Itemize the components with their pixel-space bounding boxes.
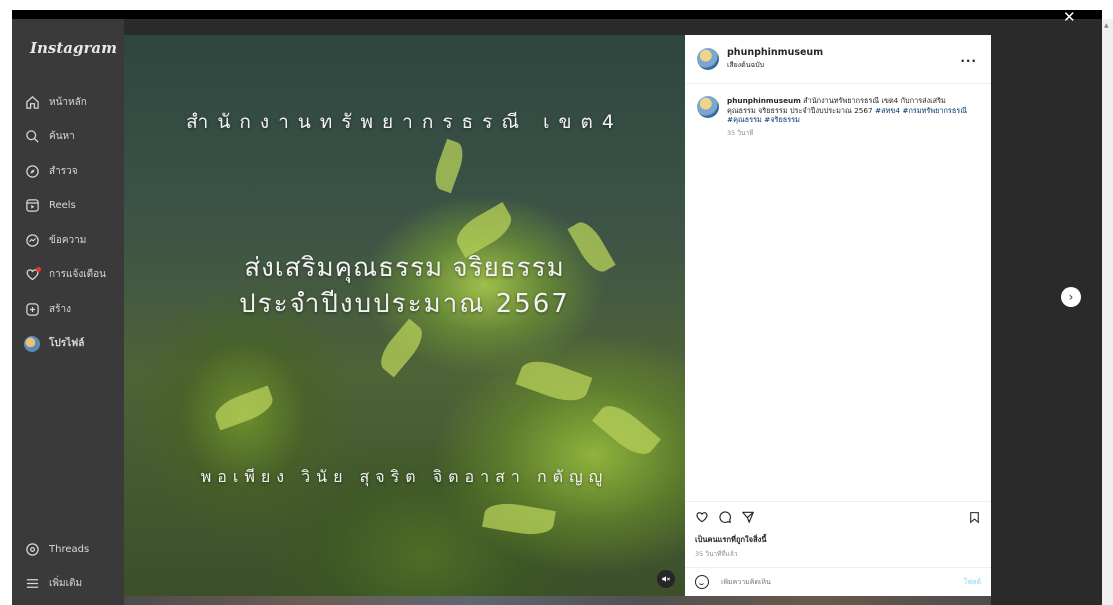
sidebar-item-reels[interactable]: Reels bbox=[24, 189, 106, 224]
image-title-office: สำนักงานทรัพยากรธรณี เขต4 bbox=[186, 111, 623, 133]
scrollbar[interactable] bbox=[1102, 19, 1113, 605]
emoji-icon[interactable] bbox=[695, 575, 709, 589]
likes-text: เป็นคนแรกที่ถูกใจสิ่งนี้ bbox=[695, 535, 767, 544]
audio-label[interactable]: เสียงต้นฉบับ bbox=[727, 60, 823, 71]
create-icon bbox=[24, 301, 40, 317]
browser-frame: Instagram หน้าหลัก ค้นหา สำรวจ Reels ข้อ… bbox=[0, 0, 1113, 605]
menu-icon bbox=[24, 576, 40, 592]
next-post-button[interactable]: › bbox=[1061, 287, 1081, 307]
post-image[interactable]: สำนักงานทรัพยากรธรณี เขต4 ส่งเสริมคุณธรร… bbox=[124, 35, 685, 596]
sidebar-item-explore[interactable]: สำรวจ bbox=[24, 154, 106, 189]
profile-avatar bbox=[24, 335, 40, 352]
sidebar-nav: หน้าหลัก ค้นหา สำรวจ Reels ข้อความ การแจ… bbox=[24, 85, 106, 361]
search-icon bbox=[24, 129, 40, 145]
sidebar: Instagram หน้าหลัก ค้นหา สำรวจ Reels ข้อ… bbox=[12, 19, 124, 605]
reels-icon bbox=[24, 198, 40, 214]
comment-icon[interactable] bbox=[718, 510, 732, 528]
post-details-panel: phunphinmuseum เสียงต้นฉบับ ... phunphin… bbox=[685, 35, 991, 596]
leaf-decoration bbox=[373, 318, 430, 378]
messenger-icon bbox=[24, 232, 40, 248]
heart-icon bbox=[24, 266, 41, 283]
post-username[interactable]: phunphinmuseum bbox=[727, 47, 823, 58]
sidebar-item-home[interactable]: หน้าหลัก bbox=[24, 85, 106, 120]
post-comment-button[interactable]: โพสต์ bbox=[964, 577, 981, 588]
scroll-up-arrow-icon[interactable]: ▲ bbox=[1104, 22, 1109, 29]
bookmark-icon[interactable] bbox=[968, 511, 981, 528]
sidebar-item-search[interactable]: ค้นหา bbox=[24, 120, 106, 155]
sidebar-item-label: หน้าหลัก bbox=[49, 96, 87, 108]
caption-timestamp: 35 วินาที bbox=[727, 128, 754, 137]
sidebar-item-more[interactable]: เพิ่มเติม bbox=[24, 567, 89, 602]
sidebar-bottom-nav: Threads เพิ่มเติม bbox=[24, 532, 89, 601]
avatar[interactable] bbox=[697, 48, 719, 70]
comment-input[interactable] bbox=[721, 578, 921, 586]
leaf-decoration bbox=[430, 138, 468, 194]
post-actions: เป็นคนแรกที่ถูกใจสิ่งนี้ 35 วินาทีที่แล้… bbox=[685, 501, 991, 567]
comment-box: โพสต์ bbox=[685, 567, 991, 596]
caption-avatar[interactable] bbox=[697, 96, 719, 118]
share-icon[interactable] bbox=[741, 510, 755, 528]
leaf-decoration bbox=[591, 397, 662, 463]
more-options-icon[interactable]: ... bbox=[960, 51, 977, 65]
explore-icon bbox=[24, 163, 40, 179]
image-headline-line2: ประจำปีงบประมาณ 2567 bbox=[239, 289, 570, 319]
sidebar-item-messages[interactable]: ข้อความ bbox=[24, 223, 106, 258]
post-caption: phunphinmuseum สำนักงานทรัพยากรธรณี เขต4… bbox=[685, 84, 991, 150]
sidebar-item-notifications[interactable]: การแจ้งเตือน bbox=[24, 258, 106, 293]
sidebar-item-create[interactable]: สร้าง bbox=[24, 292, 106, 327]
threads-icon bbox=[24, 541, 40, 557]
muted-audio-icon[interactable] bbox=[657, 570, 675, 588]
home-icon bbox=[24, 94, 40, 110]
background-feed-strip bbox=[124, 596, 991, 605]
sidebar-item-label: ค้นหา bbox=[49, 131, 75, 143]
caption-username[interactable]: phunphinmuseum bbox=[727, 96, 801, 105]
instagram-post-modal-view: Instagram หน้าหลัก ค้นหา สำรวจ Reels ข้อ… bbox=[12, 19, 1102, 605]
sidebar-item-label: Reels bbox=[49, 200, 76, 212]
sidebar-item-label: Threads bbox=[49, 543, 90, 555]
post-timestamp: 35 วินาทีที่แล้ว bbox=[695, 550, 738, 558]
close-icon[interactable]: ✕ bbox=[1063, 8, 1076, 26]
sidebar-item-threads[interactable]: Threads bbox=[24, 532, 89, 567]
sidebar-item-label: โปรไฟล์ bbox=[49, 338, 85, 350]
leaf-decoration bbox=[482, 499, 556, 539]
image-values-line: พอเพียง วินัย สุจริต จิตอาสา กตัญญู bbox=[200, 467, 609, 486]
post-header: phunphinmuseum เสียงต้นฉบับ ... bbox=[685, 35, 991, 84]
leaf-decoration bbox=[211, 385, 277, 431]
sidebar-item-label: ข้อความ bbox=[49, 234, 87, 246]
sidebar-item-label: สำรวจ bbox=[49, 165, 78, 177]
leaf-decoration bbox=[515, 353, 593, 409]
sidebar-item-profile[interactable]: โปรไฟล์ bbox=[24, 327, 106, 362]
image-headline-line1: ส่งเสริมคุณธรรม จริยธรรม bbox=[244, 253, 565, 283]
instagram-logo[interactable]: Instagram bbox=[30, 39, 117, 57]
sidebar-item-label: สร้าง bbox=[49, 303, 71, 315]
sidebar-item-label: เพิ่มเติม bbox=[49, 578, 83, 590]
like-heart-icon[interactable] bbox=[695, 510, 709, 528]
sidebar-item-label: การแจ้งเตือน bbox=[49, 269, 106, 281]
window-top-bar bbox=[12, 10, 1102, 19]
